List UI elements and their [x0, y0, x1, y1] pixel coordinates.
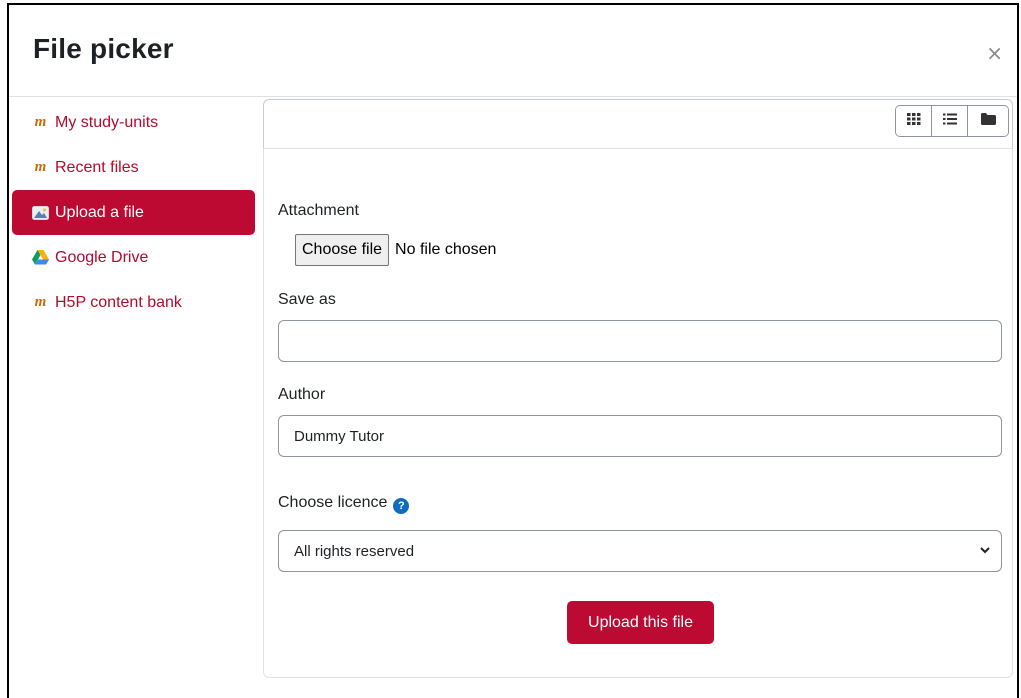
- help-icon[interactable]: ?: [393, 498, 410, 514]
- sidebar-item-label: H5P content bank: [55, 293, 182, 311]
- upload-this-file-button[interactable]: Upload this file: [567, 601, 714, 644]
- licence-select[interactable]: All rights reserved: [278, 530, 1002, 572]
- tree-view-button[interactable]: [968, 106, 1008, 136]
- view-switcher: [895, 105, 1009, 137]
- upload-icon: [31, 205, 49, 221]
- upload-form-panel: Attachment Choose file No file chosen Sa…: [263, 148, 1013, 678]
- author-input[interactable]: Dummy Tutor: [278, 415, 1002, 457]
- sidebar-item-label: Google Drive: [55, 248, 149, 266]
- save-as-label: Save as: [278, 291, 336, 308]
- dialog-header: File picker ×: [9, 5, 1017, 97]
- repository-sidebar: m My study-units m Recent files Upload a…: [12, 100, 255, 325]
- icons-view-button[interactable]: [896, 106, 932, 136]
- licence-label: Choose licence: [278, 494, 388, 511]
- file-status-text: No file chosen: [395, 241, 497, 258]
- google-drive-icon: [31, 250, 49, 266]
- sidebar-item-google-drive[interactable]: Google Drive: [12, 235, 255, 280]
- moodle-icon: m: [34, 114, 47, 130]
- licence-selected-value: All rights reserved: [294, 542, 415, 560]
- sidebar-item-my-study-units[interactable]: m My study-units: [12, 100, 255, 145]
- file-input: Choose file No file chosen: [295, 234, 496, 266]
- sidebar-item-upload-a-file[interactable]: Upload a file: [12, 190, 255, 235]
- author-label: Author: [278, 386, 326, 403]
- licence-label-row: Choose licence?: [278, 494, 410, 514]
- sidebar-item-h5p-content-bank[interactable]: m H5P content bank: [12, 280, 255, 325]
- sidebar-item-label: Upload a file: [55, 203, 144, 221]
- sidebar-item-label: Recent files: [55, 158, 139, 176]
- close-icon[interactable]: ×: [986, 43, 1003, 63]
- folder-icon: [980, 112, 996, 130]
- grid-icon: [906, 112, 921, 130]
- save-as-input[interactable]: [278, 320, 1002, 362]
- file-toolbar: [263, 99, 1013, 149]
- sidebar-item-recent-files[interactable]: m Recent files: [12, 145, 255, 190]
- moodle-icon: m: [34, 159, 47, 175]
- list-view-button[interactable]: [932, 106, 968, 136]
- attachment-label: Attachment: [278, 202, 359, 219]
- list-icon: [942, 112, 957, 130]
- sidebar-item-label: My study-units: [55, 113, 159, 131]
- chevron-down-icon: [979, 543, 991, 560]
- choose-file-button[interactable]: Choose file: [295, 234, 390, 266]
- moodle-icon: m: [34, 294, 47, 310]
- dialog-title: File picker: [33, 33, 174, 64]
